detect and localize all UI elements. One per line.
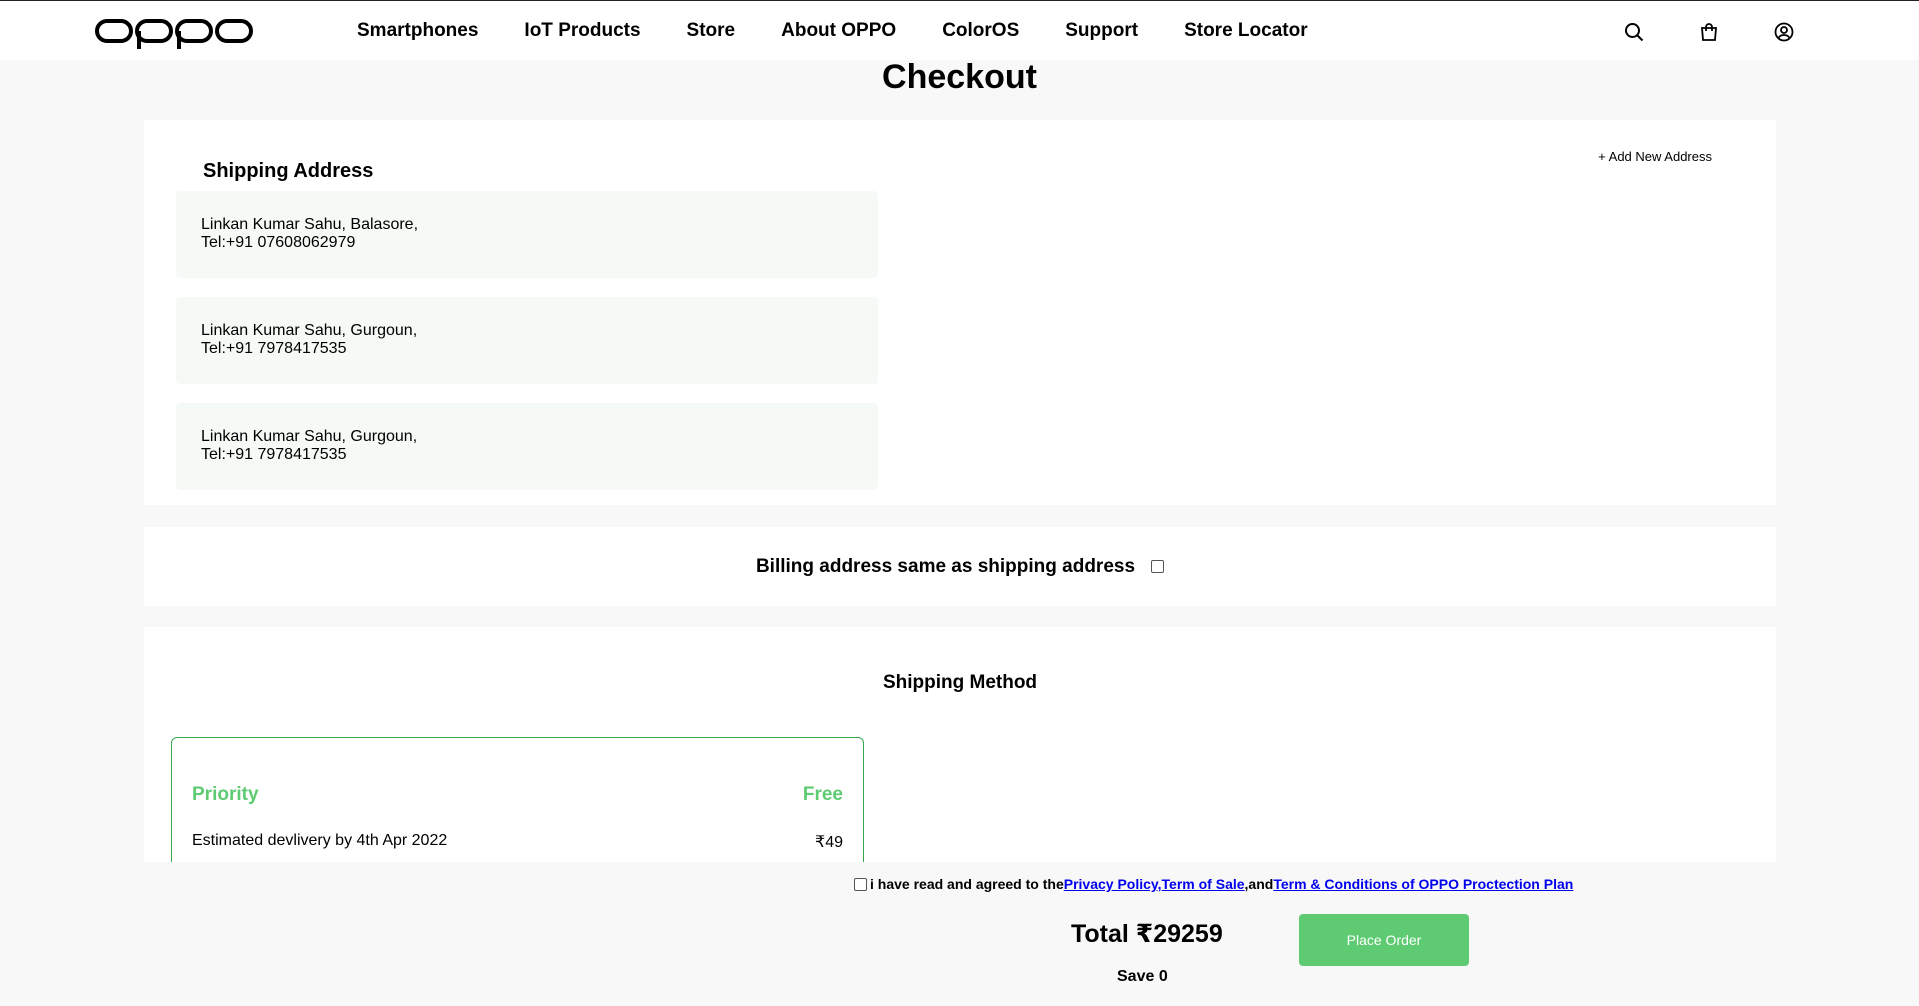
nav-coloros[interactable]: ColorOS bbox=[942, 20, 1019, 42]
order-total: Total ₹29259 bbox=[1071, 920, 1223, 948]
nav-store[interactable]: Store bbox=[687, 20, 736, 42]
terms-checkbox[interactable] bbox=[854, 877, 867, 891]
address-name: Linkan Kumar Sahu, Gurgoun, bbox=[201, 428, 418, 445]
agree-and-text: ,and bbox=[1244, 876, 1274, 892]
page-title: Checkout bbox=[882, 58, 1037, 96]
search-icon[interactable] bbox=[1623, 21, 1645, 43]
shipping-address-panel: Shipping Address + Add New Address Linka… bbox=[144, 120, 1776, 505]
shipping-option-price: Free bbox=[802, 784, 843, 805]
agree-text: i have read and agreed to the bbox=[870, 876, 1064, 892]
privacy-policy-link[interactable]: Privacy Policy, bbox=[1064, 876, 1162, 892]
oppo-logo[interactable] bbox=[94, 15, 254, 51]
address-phone: Tel:+91 07608062979 bbox=[201, 234, 356, 251]
shipping-method-title: Shipping Method bbox=[882, 672, 1038, 693]
nav-smartphones[interactable]: Smartphones bbox=[357, 20, 478, 42]
order-savings: Save 0 bbox=[1117, 968, 1168, 985]
term-of-sale-link[interactable]: Term of Sale bbox=[1162, 876, 1245, 892]
nav-iot-products[interactable]: IoT Products bbox=[524, 20, 640, 42]
address-card[interactable]: Linkan Kumar Sahu, Gurgoun, Tel:+91 7978… bbox=[176, 297, 878, 384]
cart-icon[interactable] bbox=[1698, 21, 1720, 43]
terms-agreement: i have read and agreed to the Privacy Po… bbox=[854, 876, 1573, 892]
main-nav: Smartphones IoT Products Store About OPP… bbox=[357, 1, 1354, 60]
nav-about-oppo[interactable]: About OPPO bbox=[781, 20, 896, 42]
shipping-method-panel: Shipping Method Priority Free Estimated … bbox=[144, 627, 1776, 877]
address-card[interactable]: Linkan Kumar Sahu, Gurgoun, Tel:+91 7978… bbox=[176, 403, 878, 490]
order-footer: i have read and agreed to the Privacy Po… bbox=[0, 862, 1919, 1006]
billing-same-label: Billing address same as shipping address bbox=[755, 555, 1136, 577]
shipping-option-name: Priority bbox=[192, 784, 259, 805]
nav-store-locator[interactable]: Store Locator bbox=[1184, 20, 1308, 42]
place-order-button[interactable]: Place Order bbox=[1299, 914, 1469, 966]
address-card[interactable]: Linkan Kumar Sahu, Balasore, Tel:+91 076… bbox=[176, 191, 878, 278]
address-phone: Tel:+91 7978417535 bbox=[201, 340, 347, 357]
shipping-fee: ₹49 bbox=[815, 834, 843, 851]
protection-plan-link[interactable]: Term & Conditions of OPPO Proctection Pl… bbox=[1273, 876, 1573, 892]
delivery-estimate: Estimated devlivery by 4th Apr 2022 bbox=[192, 832, 448, 849]
billing-panel: Billing address same as shipping address bbox=[144, 527, 1776, 606]
site-header: Smartphones IoT Products Store About OPP… bbox=[0, 1, 1919, 60]
shipping-option-priority[interactable]: Priority Free Estimated devlivery by 4th… bbox=[171, 737, 864, 877]
billing-same-checkbox[interactable] bbox=[1151, 560, 1165, 573]
address-name: Linkan Kumar Sahu, Gurgoun, bbox=[201, 322, 418, 339]
account-icon[interactable] bbox=[1773, 21, 1795, 43]
add-new-address-link[interactable]: + Add New Address bbox=[1598, 149, 1712, 164]
address-phone: Tel:+91 7978417535 bbox=[201, 446, 347, 463]
nav-support[interactable]: Support bbox=[1065, 20, 1138, 42]
shipping-address-title: Shipping Address bbox=[203, 160, 374, 182]
address-name: Linkan Kumar Sahu, Balasore, bbox=[201, 216, 419, 233]
